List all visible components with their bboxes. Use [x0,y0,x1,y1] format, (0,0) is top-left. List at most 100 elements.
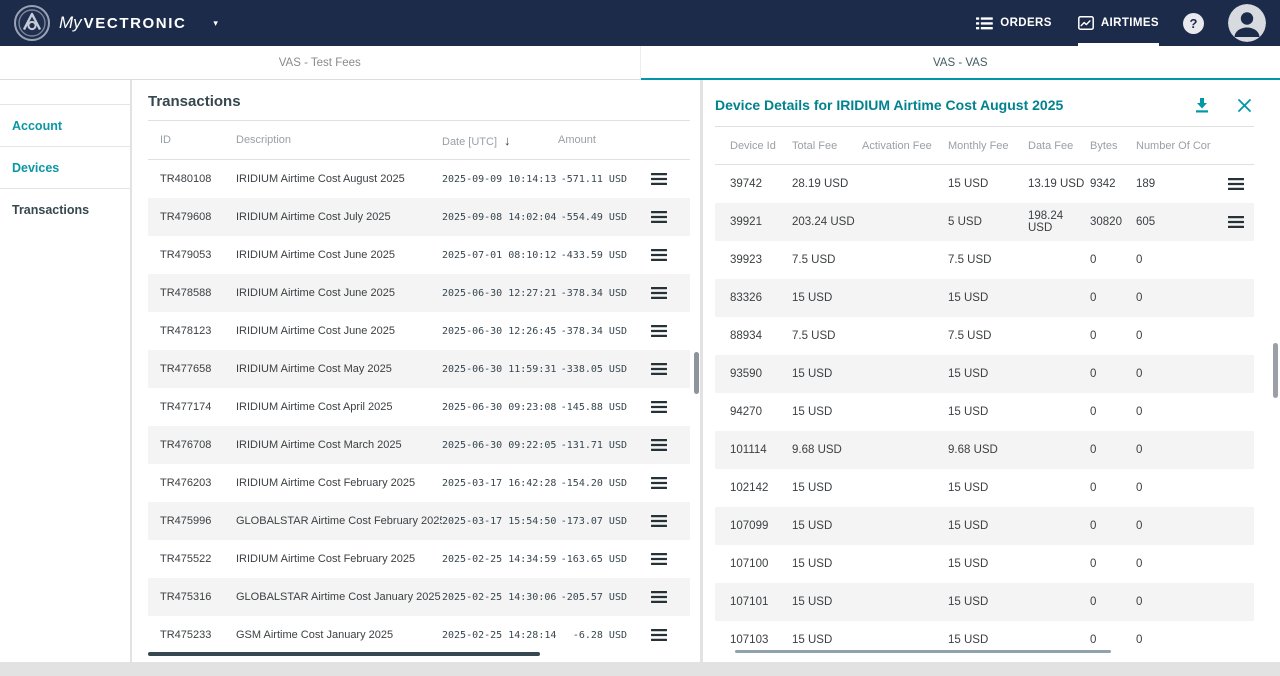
transactions-title: Transactions [148,93,690,111]
device-row[interactable]: 10710315 USD15 USD00 [715,621,1254,659]
orders-icon [976,17,993,30]
sidebar-item-transactions[interactable]: Transactions [0,188,130,230]
transaction-row[interactable]: TR475233GSM Airtime Cost January 2025202… [148,616,690,654]
device-monthly-fee: 15 USD [948,558,1028,570]
row-menu-button[interactable] [648,360,670,378]
device-monthly-fee: 9.68 USD [948,444,1028,456]
transaction-menu-cell [627,322,690,340]
menu-icon [651,173,667,185]
row-menu-button[interactable] [648,398,670,416]
device-bytes: 30820 [1090,216,1136,228]
row-menu-button[interactable] [648,284,670,302]
device-row[interactable]: 10710115 USD15 USD00 [715,583,1254,621]
column-activation-fee[interactable]: Activation Fee [862,140,948,152]
device-row[interactable]: 9359015 USD15 USD00 [715,355,1254,393]
column-bytes[interactable]: Bytes [1090,140,1136,152]
sidebar-item-account[interactable]: Account [0,104,130,146]
transaction-row[interactable]: TR475316GLOBALSTAR Airtime Cost January … [148,578,690,616]
nav-item-orders[interactable]: ORDERS [976,0,1052,46]
transaction-row[interactable]: TR479053IRIDIUM Airtime Cost June 202520… [148,236,690,274]
transaction-row[interactable]: TR477658IRIDIUM Airtime Cost May 2025202… [148,350,690,388]
close-button[interactable] [1235,96,1254,115]
user-avatar[interactable] [1228,4,1266,42]
column-total-fee[interactable]: Total Fee [792,140,862,152]
column-number-of-cor[interactable]: Number Of Cor [1136,140,1218,152]
device-total-fee: 7.5 USD [792,330,862,342]
device-row[interactable]: 399237.5 USD7.5 USD00 [715,241,1254,279]
device-details-horizontal-scrollbar[interactable] [735,650,1111,653]
row-menu-button[interactable] [648,208,670,226]
row-menu-button[interactable] [648,512,670,530]
transactions-vertical-scrollbar[interactable] [694,352,699,394]
help-button[interactable]: ? [1183,13,1204,34]
device-bytes: 0 [1090,368,1136,380]
device-row[interactable]: 889347.5 USD7.5 USD00 [715,317,1254,355]
row-menu-button[interactable] [648,550,670,568]
row-menu-button[interactable] [1225,213,1247,231]
column-description[interactable]: Description [236,134,442,146]
transaction-row[interactable]: TR476708IRIDIUM Airtime Cost March 20252… [148,426,690,464]
column-device-id[interactable]: Device Id [715,140,792,152]
transaction-row[interactable]: TR475996GLOBALSTAR Airtime Cost February… [148,502,690,540]
sort-desc-icon[interactable]: ↓ [504,133,511,148]
transaction-amount: -6.28 USD [558,630,627,641]
device-connections: 0 [1136,634,1218,646]
device-row[interactable]: 3974228.19 USD15 USD13.19 USD9342189 [715,165,1254,203]
device-row[interactable]: 10214215 USD15 USD00 [715,469,1254,507]
device-details-vertical-scrollbar[interactable] [1273,343,1278,398]
device-total-fee: 15 USD [792,482,862,494]
transaction-menu-cell [627,246,690,264]
bottom-strip [0,662,1280,676]
column-id[interactable]: ID [148,134,236,146]
device-row[interactable]: 1011149.68 USD9.68 USD00 [715,431,1254,469]
transaction-id: TR477174 [148,401,236,413]
row-menu-button[interactable] [648,322,670,340]
device-row[interactable]: 39921203.24 USD5 USD198.24 USD30820605 [715,203,1254,241]
row-menu-button[interactable] [648,436,670,454]
sidebar: AccountDevicesTransactions [0,80,130,662]
device-row[interactable]: 10710015 USD15 USD00 [715,545,1254,583]
transactions-panel-header: Transactions [148,80,690,121]
sidebar-item-devices[interactable]: Devices [0,146,130,188]
transaction-row[interactable]: TR478588IRIDIUM Airtime Cost June 202520… [148,274,690,312]
transaction-row[interactable]: TR476203IRIDIUM Airtime Cost February 20… [148,464,690,502]
transaction-id: TR479053 [148,249,236,261]
tab-vas-test-fees[interactable]: VAS - Test Fees [0,46,640,79]
transaction-date: 2025-09-09 10:14:13 [442,174,558,185]
device-data-fee: 13.19 USD [1028,178,1090,190]
transaction-row[interactable]: TR478123IRIDIUM Airtime Cost June 202520… [148,312,690,350]
transaction-row[interactable]: TR480108IRIDIUM Airtime Cost August 2025… [148,160,690,198]
brand-menu[interactable]: My VECTRONIC ▾ [14,5,218,41]
brand-caret-icon[interactable]: ▾ [213,18,218,29]
row-menu-button[interactable] [648,246,670,264]
tab-vas-vas[interactable]: VAS - VAS [640,46,1280,79]
column-date[interactable]: Date [UTC]↓ [442,133,558,148]
column-monthly-fee[interactable]: Monthly Fee [948,140,1028,152]
transaction-row[interactable]: TR477174IRIDIUM Airtime Cost April 20252… [148,388,690,426]
device-details-header: Device Details for IRIDIUM Airtime Cost … [715,80,1254,127]
row-menu-button[interactable] [1225,175,1247,193]
device-bytes: 0 [1090,292,1136,304]
device-row[interactable]: 9427015 USD15 USD00 [715,393,1254,431]
row-menu-button[interactable] [648,626,670,644]
transaction-description: GLOBALSTAR Airtime Cost February 2025 [236,515,442,527]
device-row[interactable]: 8332615 USD15 USD00 [715,279,1254,317]
transactions-table: IDDescriptionDate [UTC]↓Amount TR480108I… [148,121,690,654]
airtimes-icon [1078,16,1094,30]
device-bytes: 9342 [1090,178,1136,190]
transactions-horizontal-scrollbar[interactable] [148,652,540,656]
row-menu-button[interactable] [648,474,670,492]
column-amount[interactable]: Amount [558,134,627,146]
transaction-id: TR475996 [148,515,236,527]
device-total-fee: 15 USD [792,292,862,304]
column-data-fee[interactable]: Data Fee [1028,140,1090,152]
transaction-row[interactable]: TR479608IRIDIUM Airtime Cost July 202520… [148,198,690,236]
transaction-row[interactable]: TR475522IRIDIUM Airtime Cost February 20… [148,540,690,578]
transaction-menu-cell [627,512,690,530]
device-row[interactable]: 10709915 USD15 USD00 [715,507,1254,545]
nav-item-airtimes[interactable]: AIRTIMES [1078,0,1159,46]
row-menu-button[interactable] [648,170,670,188]
row-menu-button[interactable] [648,588,670,606]
download-button[interactable] [1191,94,1213,116]
transaction-menu-cell [627,360,690,378]
